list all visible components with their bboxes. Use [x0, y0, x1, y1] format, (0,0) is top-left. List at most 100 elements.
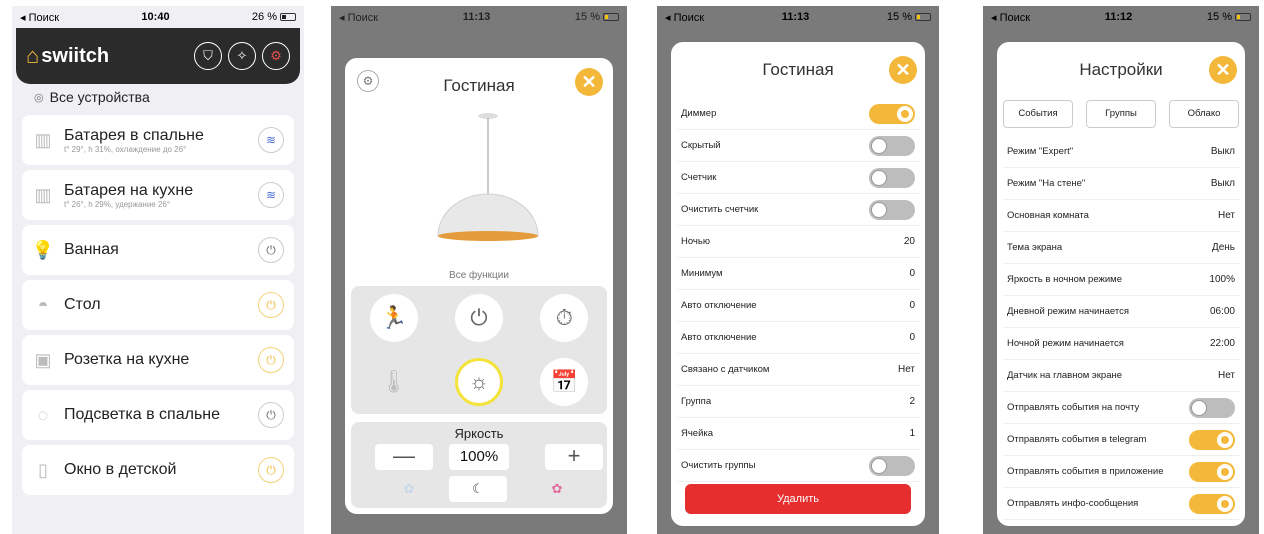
settings-row[interactable]: Авто отключение 0: [677, 322, 919, 354]
tab-groups[interactable]: Группы: [1086, 100, 1156, 128]
power-icon[interactable]: ⏻: [258, 292, 284, 318]
setting-label: Авто отключение: [681, 332, 757, 343]
setting-value: День: [1211, 242, 1235, 253]
setting-label: Яркость в ночном режиме: [1007, 274, 1122, 285]
tab-events[interactable]: События: [1003, 100, 1073, 128]
close-icon[interactable]: ✕: [1209, 56, 1237, 84]
motion-icon[interactable]: 🏃: [369, 294, 418, 342]
battery-percent: 15 %: [1206, 11, 1232, 23]
tab-cloud[interactable]: Облако: [1169, 100, 1239, 128]
house-icon: ⌂: [26, 43, 40, 68]
app-name: swiitch: [41, 44, 110, 67]
thermometer-icon[interactable]: 🌡: [370, 358, 418, 406]
setting-value: 2: [909, 396, 915, 407]
app-header: ⌂ swiitch ⛉ ✧ ⚙: [16, 28, 300, 84]
phone-settings-screen: ◂ Поиск 11:12 15 % Настройки ✕ События Г…: [983, 6, 1259, 534]
brightness-icon[interactable]: ☼: [454, 358, 503, 406]
device-item[interactable]: ◌ Подсветка в спальне ⏻: [22, 390, 294, 440]
magic-wand-icon[interactable]: ✧: [228, 42, 256, 70]
settings-row[interactable]: Яркость в ночном режиме 100%: [1003, 264, 1239, 296]
settings-row[interactable]: Ячейка 1: [677, 418, 919, 450]
toggle-switch[interactable]: [869, 135, 915, 156]
setting-value: 0: [909, 332, 915, 343]
toggle-switch[interactable]: [869, 167, 915, 188]
toggle-switch[interactable]: [1189, 397, 1235, 418]
window-icon: ▯: [38, 459, 48, 480]
setting-value: Нет: [897, 364, 915, 375]
toggle-switch[interactable]: [869, 199, 915, 220]
settings-row[interactable]: Датчик на главном экране Нет: [1003, 360, 1239, 392]
settings-row[interactable]: Отправлять события в telegram: [1003, 424, 1239, 456]
setting-label: Тема экрана: [1007, 242, 1063, 253]
settings-row[interactable]: Тема экрана День: [1003, 232, 1239, 264]
settings-row[interactable]: Отправлять события на почту: [1003, 392, 1239, 424]
toggle-switch[interactable]: [1189, 493, 1235, 514]
setting-value: Нет: [1217, 210, 1235, 221]
gear-icon[interactable]: ⚙: [262, 42, 290, 70]
device-item[interactable]: ◓ Стол ⏻: [22, 280, 294, 330]
settings-row[interactable]: Скрытый: [677, 130, 919, 162]
color-wheel-icon[interactable]: ✿: [395, 476, 423, 502]
setting-label: Ночной режим начинается: [1007, 338, 1124, 349]
power-icon[interactable]: ⏻: [258, 402, 284, 428]
settings-row[interactable]: Счетчик: [677, 162, 919, 194]
power-icon[interactable]: ⏻: [454, 294, 503, 342]
device-text: Стол: [64, 296, 258, 314]
settings-row[interactable]: Основная комната Нет: [1003, 200, 1239, 232]
settings-row[interactable]: Очистить счетчик: [677, 194, 919, 226]
setting-label: Отправлять события на почту: [1007, 402, 1140, 413]
timer-icon[interactable]: ⏱: [540, 294, 589, 342]
calendar-icon[interactable]: 📅: [540, 358, 589, 406]
setting-value: Нет: [1217, 370, 1235, 381]
device-status: t° 29°, h 31%, охлаждение до 26°: [64, 144, 187, 154]
settings-row[interactable]: Связано с датчиком Нет: [677, 354, 919, 386]
device-item[interactable]: 💡 Ванная ⏻: [22, 225, 294, 275]
settings-row[interactable]: Очистить группы: [677, 450, 919, 482]
settings-row[interactable]: Ночной режим начинается 22:00: [1003, 328, 1239, 360]
delete-button[interactable]: Удалить: [685, 484, 911, 514]
settings-row[interactable]: Отправлять события в приложение: [1003, 456, 1239, 488]
setting-label: Связано с датчиком: [681, 364, 770, 375]
heat-icon[interactable]: ≋: [258, 182, 284, 208]
toggle-switch[interactable]: [869, 455, 915, 476]
moon-icon[interactable]: ☾: [449, 476, 507, 502]
close-icon[interactable]: ✕: [889, 56, 917, 84]
setting-label: Режим "Expert": [1007, 146, 1074, 157]
settings-row[interactable]: Группа 2: [677, 386, 919, 418]
settings-row[interactable]: Авто отключение 0: [677, 290, 919, 322]
brightness-value[interactable]: 100%: [449, 444, 509, 470]
settings-list: Диммер Скрытый Счетчик Очистить счетчик Ночь…: [671, 98, 925, 482]
phone-room-settings-screen: ◂ Поиск 11:13 15 % Гостиная ✕ Диммер Скры…: [657, 6, 939, 534]
device-item[interactable]: ▥ Батарея в спальне t° 29°, h 31%, охлажде…: [22, 115, 294, 165]
room-title: Гостиная: [443, 76, 515, 95]
device-item[interactable]: ▥ Батарея на кухне t° 26°, h 29%, удержани…: [22, 170, 294, 220]
all-devices-filter[interactable]: ◎ Все устройства: [12, 84, 304, 110]
socket-icon: ▣: [34, 349, 52, 370]
device-item[interactable]: ▣ Розетка на кухне ⏻: [22, 335, 294, 385]
brightness-plus-button[interactable]: +: [545, 444, 603, 470]
device-item[interactable]: ▯ Окно в детской ⏻: [22, 445, 294, 495]
palette-icon[interactable]: ✿: [543, 476, 571, 502]
settings-row[interactable]: Отправлять инфо-сообщения: [1003, 488, 1239, 520]
toggle-switch[interactable]: [1189, 429, 1235, 450]
brightness-minus-button[interactable]: —: [375, 444, 433, 470]
all-functions-label: Все функции: [449, 270, 509, 281]
power-icon[interactable]: ⏻: [258, 457, 284, 483]
settings-row[interactable]: Режим "Expert" Выкл: [1003, 136, 1239, 168]
heat-icon[interactable]: ≋: [258, 127, 284, 153]
toggle-switch[interactable]: [1189, 461, 1235, 482]
settings-row[interactable]: Диммер: [677, 98, 919, 130]
setting-label: Авто отключение: [681, 300, 757, 311]
setting-label: Группа: [681, 396, 712, 407]
settings-row[interactable]: Дневной режим начинается 06:00: [1003, 296, 1239, 328]
close-icon[interactable]: ✕: [575, 68, 603, 96]
toggle-switch[interactable]: [869, 103, 915, 124]
power-icon[interactable]: ⏻: [258, 347, 284, 373]
settings-row[interactable]: Ночью 20: [677, 226, 919, 258]
power-icon[interactable]: ⏻: [258, 237, 284, 263]
shield-icon[interactable]: ⛉: [194, 42, 222, 70]
settings-row[interactable]: Режим "На стене" Выкл: [1003, 168, 1239, 200]
room-card: ⚙ Гостиная ✕ Все функции 🏃 ⏻ ⏱ 🌡 ☼ 📅 Ярк…: [345, 58, 613, 514]
settings-row[interactable]: Минимум 0: [677, 258, 919, 290]
clock: 11:12: [1104, 11, 1133, 23]
